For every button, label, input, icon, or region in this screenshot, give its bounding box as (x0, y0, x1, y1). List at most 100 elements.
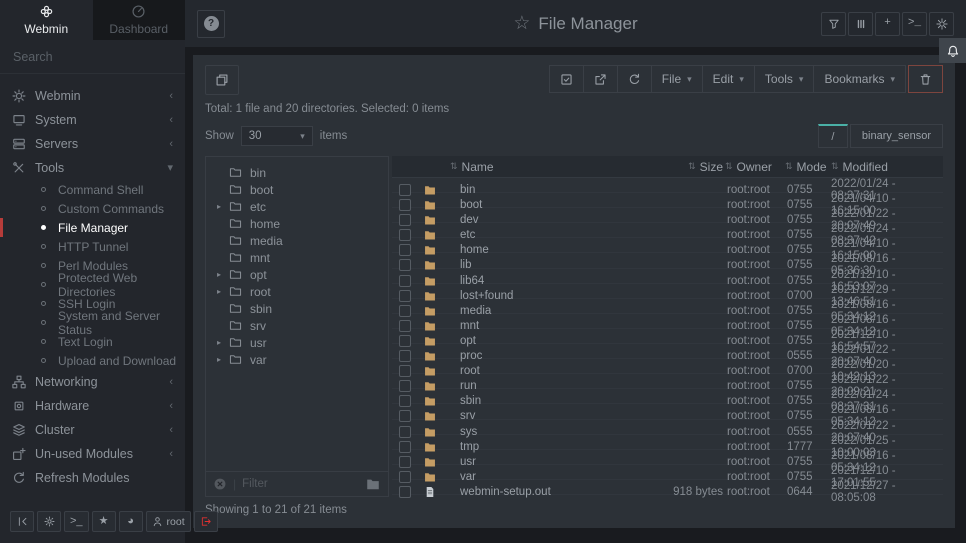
sidebar-subitem-upload-and-download[interactable]: Upload and Download (0, 351, 185, 370)
trash-button[interactable] (908, 65, 943, 93)
row-checkbox[interactable] (399, 184, 411, 196)
tree-item-etc[interactable]: ▸ etc (206, 198, 388, 215)
bookmarks-menu-button[interactable]: Bookmarks▾ (813, 65, 906, 93)
sidebar-subitem-http-tunnel[interactable]: HTTP Tunnel (0, 237, 185, 256)
column-header-name[interactable]: ⇅Name (450, 160, 629, 174)
add-button[interactable]: + (875, 12, 900, 36)
caret-right-icon[interactable]: ▸ (217, 355, 229, 364)
filter-button[interactable] (821, 12, 846, 36)
select-all-button[interactable] (549, 65, 584, 93)
sidebar-subitem-text-login[interactable]: Text Login (0, 332, 185, 351)
caret-right-icon[interactable]: ▸ (217, 287, 229, 296)
row-checkbox[interactable] (399, 350, 411, 362)
reload-button[interactable] (617, 65, 652, 93)
favorites-button[interactable]: ★ (92, 511, 116, 532)
sidebar-item-tools[interactable]: Tools▾ (0, 156, 185, 180)
open-in-button[interactable] (583, 65, 618, 93)
sidebar-subitem-custom-commands[interactable]: Custom Commands (0, 199, 185, 218)
terminal-button[interactable]: >_ (902, 12, 927, 36)
row-checkbox[interactable] (399, 365, 411, 377)
row-checkbox[interactable] (399, 305, 411, 317)
breadcrumb-root[interactable]: / (818, 124, 848, 148)
logout-button[interactable] (194, 511, 218, 532)
shell-button[interactable]: >_ (64, 511, 89, 532)
sidebar-subitem-command-shell[interactable]: Command Shell (0, 180, 185, 199)
sidebar-item-system[interactable]: System‹ (0, 108, 185, 132)
sidebar-subitem-system-and-server-status[interactable]: System and Server Status (0, 313, 185, 332)
sidebar-item-un-used-modules[interactable]: Un-used Modules‹ (0, 442, 185, 466)
columns-button[interactable] (848, 12, 873, 36)
caret-right-icon[interactable]: ▸ (217, 270, 229, 279)
row-checkbox[interactable] (399, 426, 411, 438)
sidebar-search (0, 40, 185, 74)
row-checkbox[interactable] (399, 199, 411, 211)
tab-webmin[interactable]: Webmin (0, 0, 93, 40)
favorite-star-icon[interactable]: ☆ (513, 12, 530, 35)
sidebar-item-servers[interactable]: Servers‹ (0, 132, 185, 156)
breadcrumb-item[interactable]: binary_sensor (850, 124, 943, 148)
theme-toggle-button[interactable] (37, 511, 61, 532)
tree-item-root[interactable]: ▸root (206, 283, 388, 300)
user-button[interactable]: root (146, 511, 191, 532)
column-header-size[interactable]: ⇅Size (629, 160, 725, 174)
column-header-modified[interactable]: ⇅Modified (831, 160, 943, 174)
tree-item-opt[interactable]: ▸opt (206, 266, 388, 283)
caret-right-icon[interactable]: ▸ (217, 338, 229, 347)
row-checkbox[interactable] (399, 335, 411, 347)
row-checkbox[interactable] (399, 380, 411, 392)
sidebar-subitem-file-manager[interactable]: File Manager (0, 218, 185, 237)
page-size-select[interactable]: 30 ▾ (241, 126, 313, 146)
row-checkbox[interactable] (399, 214, 411, 226)
row-checkbox[interactable] (399, 244, 411, 256)
tree-item-boot[interactable]: boot (206, 181, 388, 198)
folder-icon (423, 305, 437, 317)
row-checkbox[interactable] (399, 275, 411, 287)
collapse-sidebar-button[interactable] (10, 511, 34, 532)
sidebar-item-networking[interactable]: Networking‹ (0, 370, 185, 394)
row-checkbox[interactable] (399, 441, 411, 453)
sidebar-item-webmin[interactable]: Webmin‹ (0, 84, 185, 108)
tree-item-label: etc (250, 200, 266, 214)
tab-dashboard[interactable]: Dashboard (93, 0, 186, 40)
row-checkbox[interactable] (399, 395, 411, 407)
filter-input[interactable] (242, 478, 359, 490)
folder-select-icon[interactable] (365, 477, 381, 491)
night-mode-button[interactable]: ◕ (119, 511, 143, 532)
cell-mode: 0755 (785, 410, 831, 422)
tree-item-label: home (250, 217, 280, 231)
sidebar-item-hardware[interactable]: Hardware‹ (0, 394, 185, 418)
row-checkbox[interactable] (399, 456, 411, 468)
row-checkbox[interactable] (399, 410, 411, 422)
caret-right-icon[interactable]: ▸ (217, 202, 229, 211)
row-checkbox[interactable] (399, 229, 411, 241)
row-checkbox[interactable] (399, 290, 411, 302)
row-checkbox[interactable] (399, 259, 411, 271)
row-checkbox[interactable] (399, 471, 411, 483)
tree-item-srv[interactable]: srv (206, 317, 388, 334)
clear-filter-icon[interactable] (213, 477, 227, 491)
notifications-button[interactable] (939, 38, 966, 63)
tools-menu-button[interactable]: Tools▾ (754, 65, 815, 93)
search-input[interactable] (13, 50, 174, 64)
tree-item-sbin[interactable]: sbin (206, 300, 388, 317)
column-header-owner[interactable]: ⇅Owner (725, 160, 785, 174)
file-menu-button[interactable]: File▾ (651, 65, 703, 93)
sidebar-item-refresh-modules[interactable]: Refresh Modules (0, 466, 185, 490)
tree-item-mnt[interactable]: mnt (206, 249, 388, 266)
sidebar-item-cluster[interactable]: Cluster‹ (0, 418, 185, 442)
tree-item-home[interactable]: home (206, 215, 388, 232)
header-actions: + >_ (821, 12, 954, 36)
help-button[interactable]: ? (197, 10, 225, 38)
tree-item-media[interactable]: media (206, 232, 388, 249)
tree-item-bin[interactable]: bin (206, 164, 388, 181)
column-header-mode[interactable]: ⇅Mode (785, 160, 831, 174)
sidebar-subitem-protected-web-directories[interactable]: Protected Web Directories (0, 275, 185, 294)
tree-item-usr[interactable]: ▸usr (206, 334, 388, 351)
row-checkbox[interactable] (399, 486, 411, 498)
settings-button[interactable] (929, 12, 954, 36)
row-checkbox[interactable] (399, 320, 411, 332)
edit-menu-button[interactable]: Edit▾ (702, 65, 755, 93)
table-row[interactable]: binroot:root07552022/01/24 - 08:37:31 (392, 178, 943, 193)
tree-item-var[interactable]: ▸var (206, 351, 388, 368)
clone-window-button[interactable] (205, 65, 239, 95)
